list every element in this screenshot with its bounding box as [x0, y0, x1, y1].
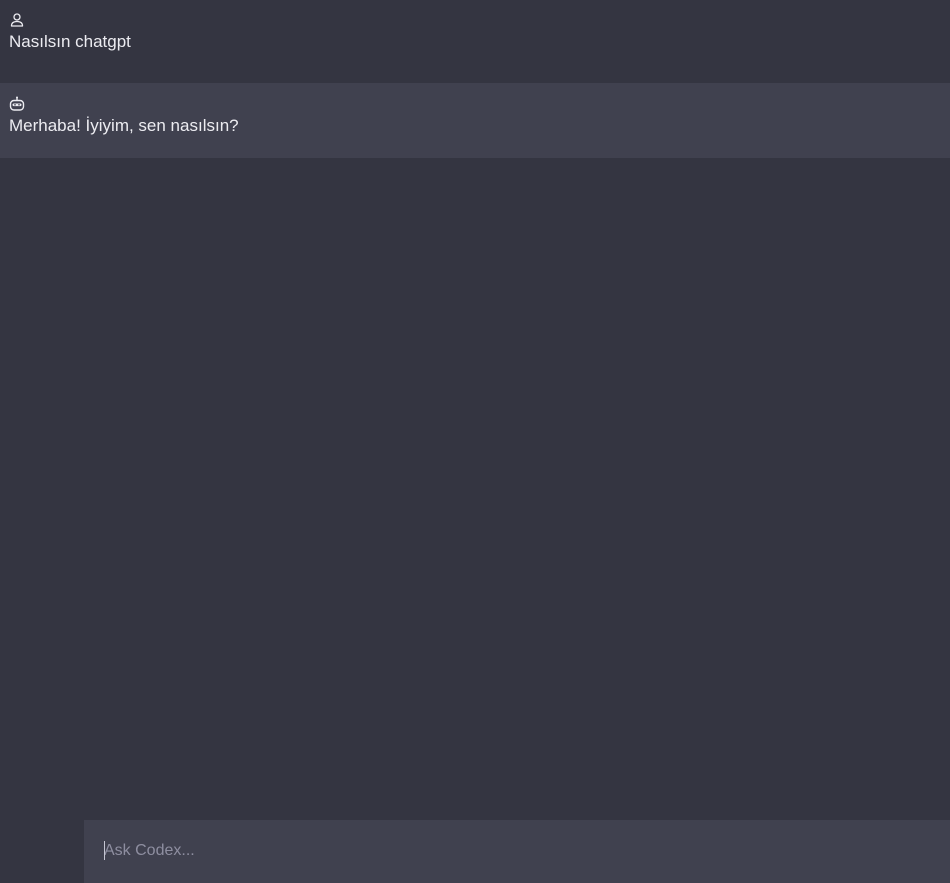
text-cursor	[104, 841, 105, 860]
chat-app: Nasılsın chatgpt Merhaba! İyiyim, sen na…	[0, 0, 950, 883]
user-message-text: Nasılsın chatgpt	[9, 32, 131, 51]
prompt-input[interactable]	[104, 839, 924, 863]
robot-icon	[9, 96, 25, 112]
composer	[84, 820, 950, 883]
user-icon	[9, 12, 25, 28]
assistant-message: Merhaba! İyiyim, sen nasılsın?	[0, 83, 950, 158]
user-message: Nasılsın chatgpt	[0, 0, 950, 83]
conversation: Nasılsın chatgpt Merhaba! İyiyim, sen na…	[0, 0, 950, 158]
assistant-message-text: Merhaba! İyiyim, sen nasılsın?	[9, 116, 239, 135]
